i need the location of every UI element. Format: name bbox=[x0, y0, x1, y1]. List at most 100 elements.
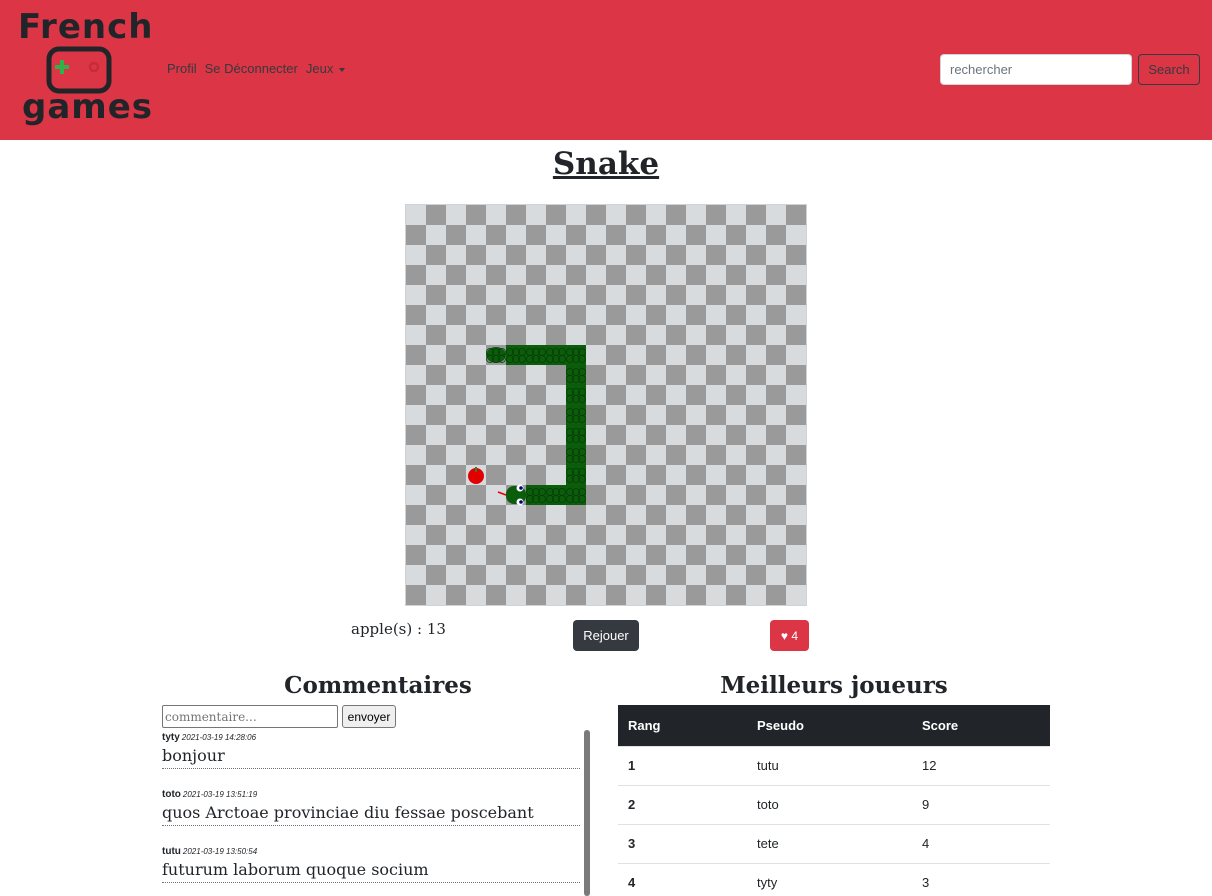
board-cell bbox=[746, 505, 766, 525]
board-cell bbox=[486, 285, 506, 305]
comment-meta: tyty 2021-03-19 14:28:06 bbox=[162, 732, 580, 744]
board-cell bbox=[746, 465, 766, 485]
board-cell bbox=[466, 205, 486, 225]
board-cell bbox=[526, 205, 546, 225]
board-cell bbox=[486, 505, 506, 525]
board-cell bbox=[666, 545, 686, 565]
game-board[interactable] bbox=[405, 204, 807, 606]
board-cell bbox=[526, 225, 546, 245]
board-cell bbox=[546, 245, 566, 265]
board-cell bbox=[526, 245, 546, 265]
board-cell bbox=[466, 305, 486, 325]
board-cell bbox=[706, 365, 726, 385]
board-cell bbox=[666, 345, 686, 365]
nav-games-dropdown[interactable]: Jeux bbox=[305, 61, 346, 76]
snake-pupil bbox=[519, 500, 523, 504]
search-input[interactable] bbox=[940, 54, 1132, 85]
board-cell bbox=[426, 385, 446, 405]
board-cell bbox=[686, 205, 706, 225]
board-cell bbox=[786, 225, 806, 245]
board-cell bbox=[786, 485, 806, 505]
like-button[interactable]: ♥ 4 bbox=[770, 620, 809, 651]
board-cell bbox=[646, 385, 666, 405]
comment-input[interactable] bbox=[162, 705, 338, 728]
board-cell bbox=[766, 325, 786, 345]
nav-games-label: Jeux bbox=[305, 61, 334, 76]
nav-profile-link[interactable]: Profil bbox=[167, 61, 197, 76]
board-cell bbox=[786, 445, 806, 465]
board-cell bbox=[466, 345, 486, 365]
replay-button[interactable]: Rejouer bbox=[573, 620, 639, 651]
french-games-logo[interactable]: French games bbox=[16, 8, 152, 130]
board-cell bbox=[666, 465, 686, 485]
board-cell bbox=[646, 305, 666, 325]
board-cell bbox=[766, 465, 786, 485]
board-cell bbox=[466, 565, 486, 585]
board-cell bbox=[626, 225, 646, 245]
board-cell bbox=[746, 445, 766, 465]
board-cell bbox=[406, 585, 426, 605]
table-row: 2 toto 9 bbox=[618, 784, 1050, 824]
board-cell bbox=[766, 245, 786, 265]
board-cell bbox=[626, 525, 646, 545]
board-cell bbox=[746, 585, 766, 605]
board-cell bbox=[726, 465, 746, 485]
board-cell bbox=[626, 345, 646, 365]
board-cell bbox=[606, 365, 626, 385]
game-canvas[interactable] bbox=[406, 205, 806, 605]
comments-scrollbar[interactable] bbox=[584, 730, 590, 896]
board-cell bbox=[486, 405, 506, 425]
board-cell bbox=[506, 445, 526, 465]
board-cell bbox=[706, 225, 726, 245]
board-cell bbox=[606, 285, 626, 305]
board-cell bbox=[746, 345, 766, 365]
board-cell bbox=[546, 565, 566, 585]
board-cell bbox=[566, 265, 586, 285]
send-comment-button[interactable]: envoyer bbox=[342, 705, 396, 728]
board-cell bbox=[746, 305, 766, 325]
board-cell bbox=[726, 405, 746, 425]
board-cell bbox=[446, 565, 466, 585]
board-cell bbox=[646, 225, 666, 245]
comments-list[interactable]: tyty 2021-03-19 14:28:06 bonjour toto 2021… bbox=[162, 730, 590, 896]
board-cell bbox=[506, 205, 526, 225]
nav-logout-link[interactable]: Se Déconnecter bbox=[205, 61, 298, 76]
board-cell bbox=[586, 245, 606, 265]
board-cell bbox=[526, 545, 546, 565]
board-cell bbox=[786, 505, 806, 525]
board-cell bbox=[546, 445, 566, 465]
board-cell bbox=[446, 465, 466, 485]
board-cell bbox=[526, 305, 546, 325]
board-cell bbox=[566, 285, 586, 305]
board-cell bbox=[666, 265, 686, 285]
board-cell bbox=[586, 505, 606, 525]
board-cell bbox=[726, 525, 746, 545]
board-cell bbox=[746, 485, 766, 505]
board-cell bbox=[506, 225, 526, 245]
search-button[interactable]: Search bbox=[1138, 54, 1200, 85]
board-cell bbox=[686, 365, 706, 385]
board-cell bbox=[586, 365, 606, 385]
board-cell bbox=[626, 265, 646, 285]
board-cell bbox=[406, 485, 426, 505]
board-cell bbox=[426, 545, 446, 565]
board-cell bbox=[666, 325, 686, 345]
board-cell bbox=[706, 485, 726, 505]
board-cell bbox=[486, 325, 506, 345]
scrollbar-thumb[interactable] bbox=[584, 730, 590, 896]
board-cell bbox=[786, 285, 806, 305]
board-cell bbox=[646, 245, 666, 265]
board-cell bbox=[566, 545, 586, 565]
board-cell bbox=[786, 325, 806, 345]
board-cell bbox=[706, 405, 726, 425]
board-cell bbox=[406, 565, 426, 585]
board-cell bbox=[746, 245, 766, 265]
board-cell bbox=[646, 425, 666, 445]
board-cell bbox=[786, 245, 806, 265]
board-cell bbox=[446, 305, 466, 325]
board-cell bbox=[686, 525, 706, 545]
board-cell bbox=[426, 345, 446, 365]
board-cell bbox=[406, 245, 426, 265]
game-title: Snake bbox=[552, 146, 660, 182]
comment-date: 2021-03-19 14:28:06 bbox=[181, 733, 257, 742]
